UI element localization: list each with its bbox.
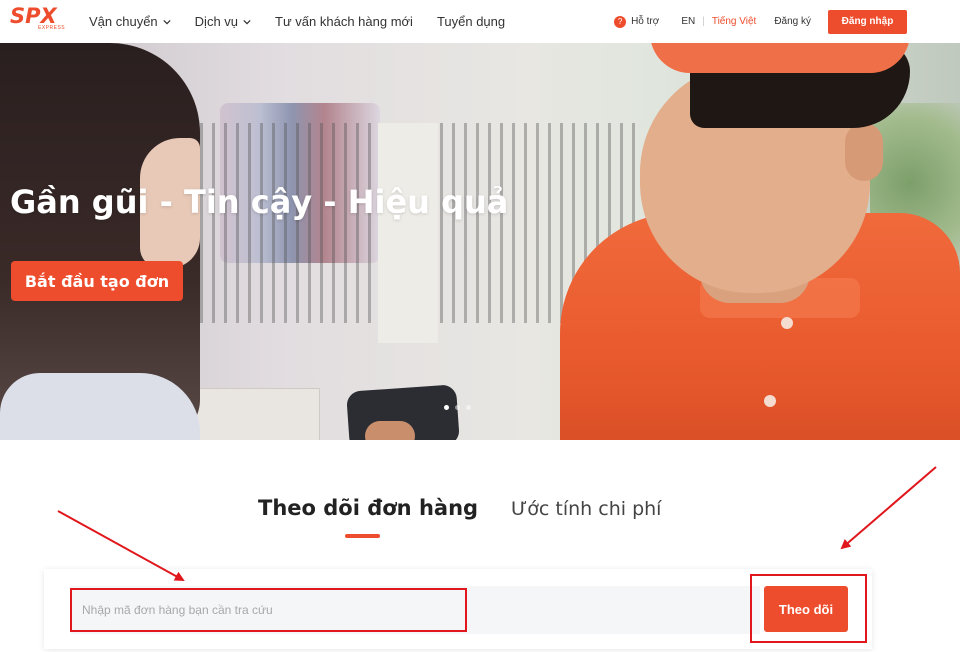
uniform-button [764, 395, 776, 407]
uniform-button [781, 317, 793, 329]
lang-vi-option[interactable]: Tiếng Việt [712, 16, 756, 27]
login-button[interactable]: Đăng nhập [828, 9, 907, 34]
annotation-box-input [70, 588, 467, 632]
header-right: ? Hỗ trợ EN | Tiếng Việt Đăng ký Đăng nh… [614, 0, 960, 43]
chevron-down-icon [243, 19, 251, 24]
annotation-box-button [750, 574, 867, 643]
logo-text: SPX [10, 4, 57, 28]
support-label: Hỗ trợ [631, 16, 660, 27]
signup-link[interactable]: Đăng ký [774, 16, 811, 27]
nav-item-services[interactable]: Dịch vụ [195, 14, 251, 29]
nav-item-new-customer[interactable]: Tư vấn khách hàng mới [275, 14, 413, 29]
tab-estimate-cost[interactable]: Ước tính chi phí [511, 498, 661, 520]
chevron-down-icon [163, 19, 171, 24]
nav-item-label: Dịch vụ [194, 14, 239, 29]
carousel-dot[interactable] [444, 405, 449, 410]
active-tab-indicator [345, 534, 380, 538]
hero-title: Gần gũi - Tin cậy - Hiệu quả [10, 183, 509, 221]
lang-separator: | [702, 16, 705, 27]
start-order-button[interactable]: Bắt đầu tạo đơn [11, 261, 183, 301]
carousel-dot[interactable] [455, 405, 460, 410]
nav-item-label: Vận chuyển [89, 14, 158, 29]
help-icon: ? [614, 15, 627, 28]
carousel-dot[interactable] [466, 405, 471, 410]
tab-track-order[interactable]: Theo dõi đơn hàng [258, 496, 478, 520]
top-header: SPX EXPRESS Vận chuyển Dịch vụ Tư vấn kh… [0, 0, 960, 43]
nav-item-careers[interactable]: Tuyển dụng [437, 14, 505, 29]
logo-subtext: EXPRESS [38, 25, 66, 31]
courier-cap [650, 43, 910, 73]
support-link[interactable]: ? Hỗ trợ [614, 15, 660, 28]
carousel-dots [444, 405, 471, 410]
tracking-tabs: Theo dõi đơn hàng Ước tính chi phí [0, 496, 960, 542]
nav-item-label: Tuyển dụng [436, 14, 506, 29]
nav-item-label: Tư vấn khách hàng mới [275, 14, 413, 29]
background-pillar [378, 123, 438, 343]
spx-logo[interactable]: SPX EXPRESS [10, 5, 66, 35]
nav-item-shipping[interactable]: Vận chuyển [89, 14, 171, 29]
courier-ear [845, 123, 883, 181]
lang-en-option[interactable]: EN [681, 16, 695, 27]
main-nav: Vận chuyển Dịch vụ Tư vấn khách hàng mới… [89, 0, 529, 43]
hero-banner: Gần gũi - Tin cậy - Hiệu quả Bắt đầu tạo… [0, 43, 960, 440]
customer-hand [365, 421, 415, 440]
customer-shirt [0, 373, 200, 440]
